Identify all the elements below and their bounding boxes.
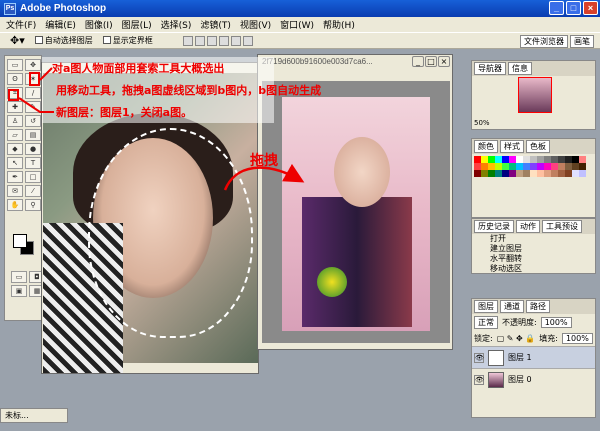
arrow-to-lasso [39, 67, 53, 81]
annotation-arrows [18, 67, 305, 191]
drag-arrow-icon [223, 163, 305, 191]
arrow-to-move [18, 97, 54, 113]
